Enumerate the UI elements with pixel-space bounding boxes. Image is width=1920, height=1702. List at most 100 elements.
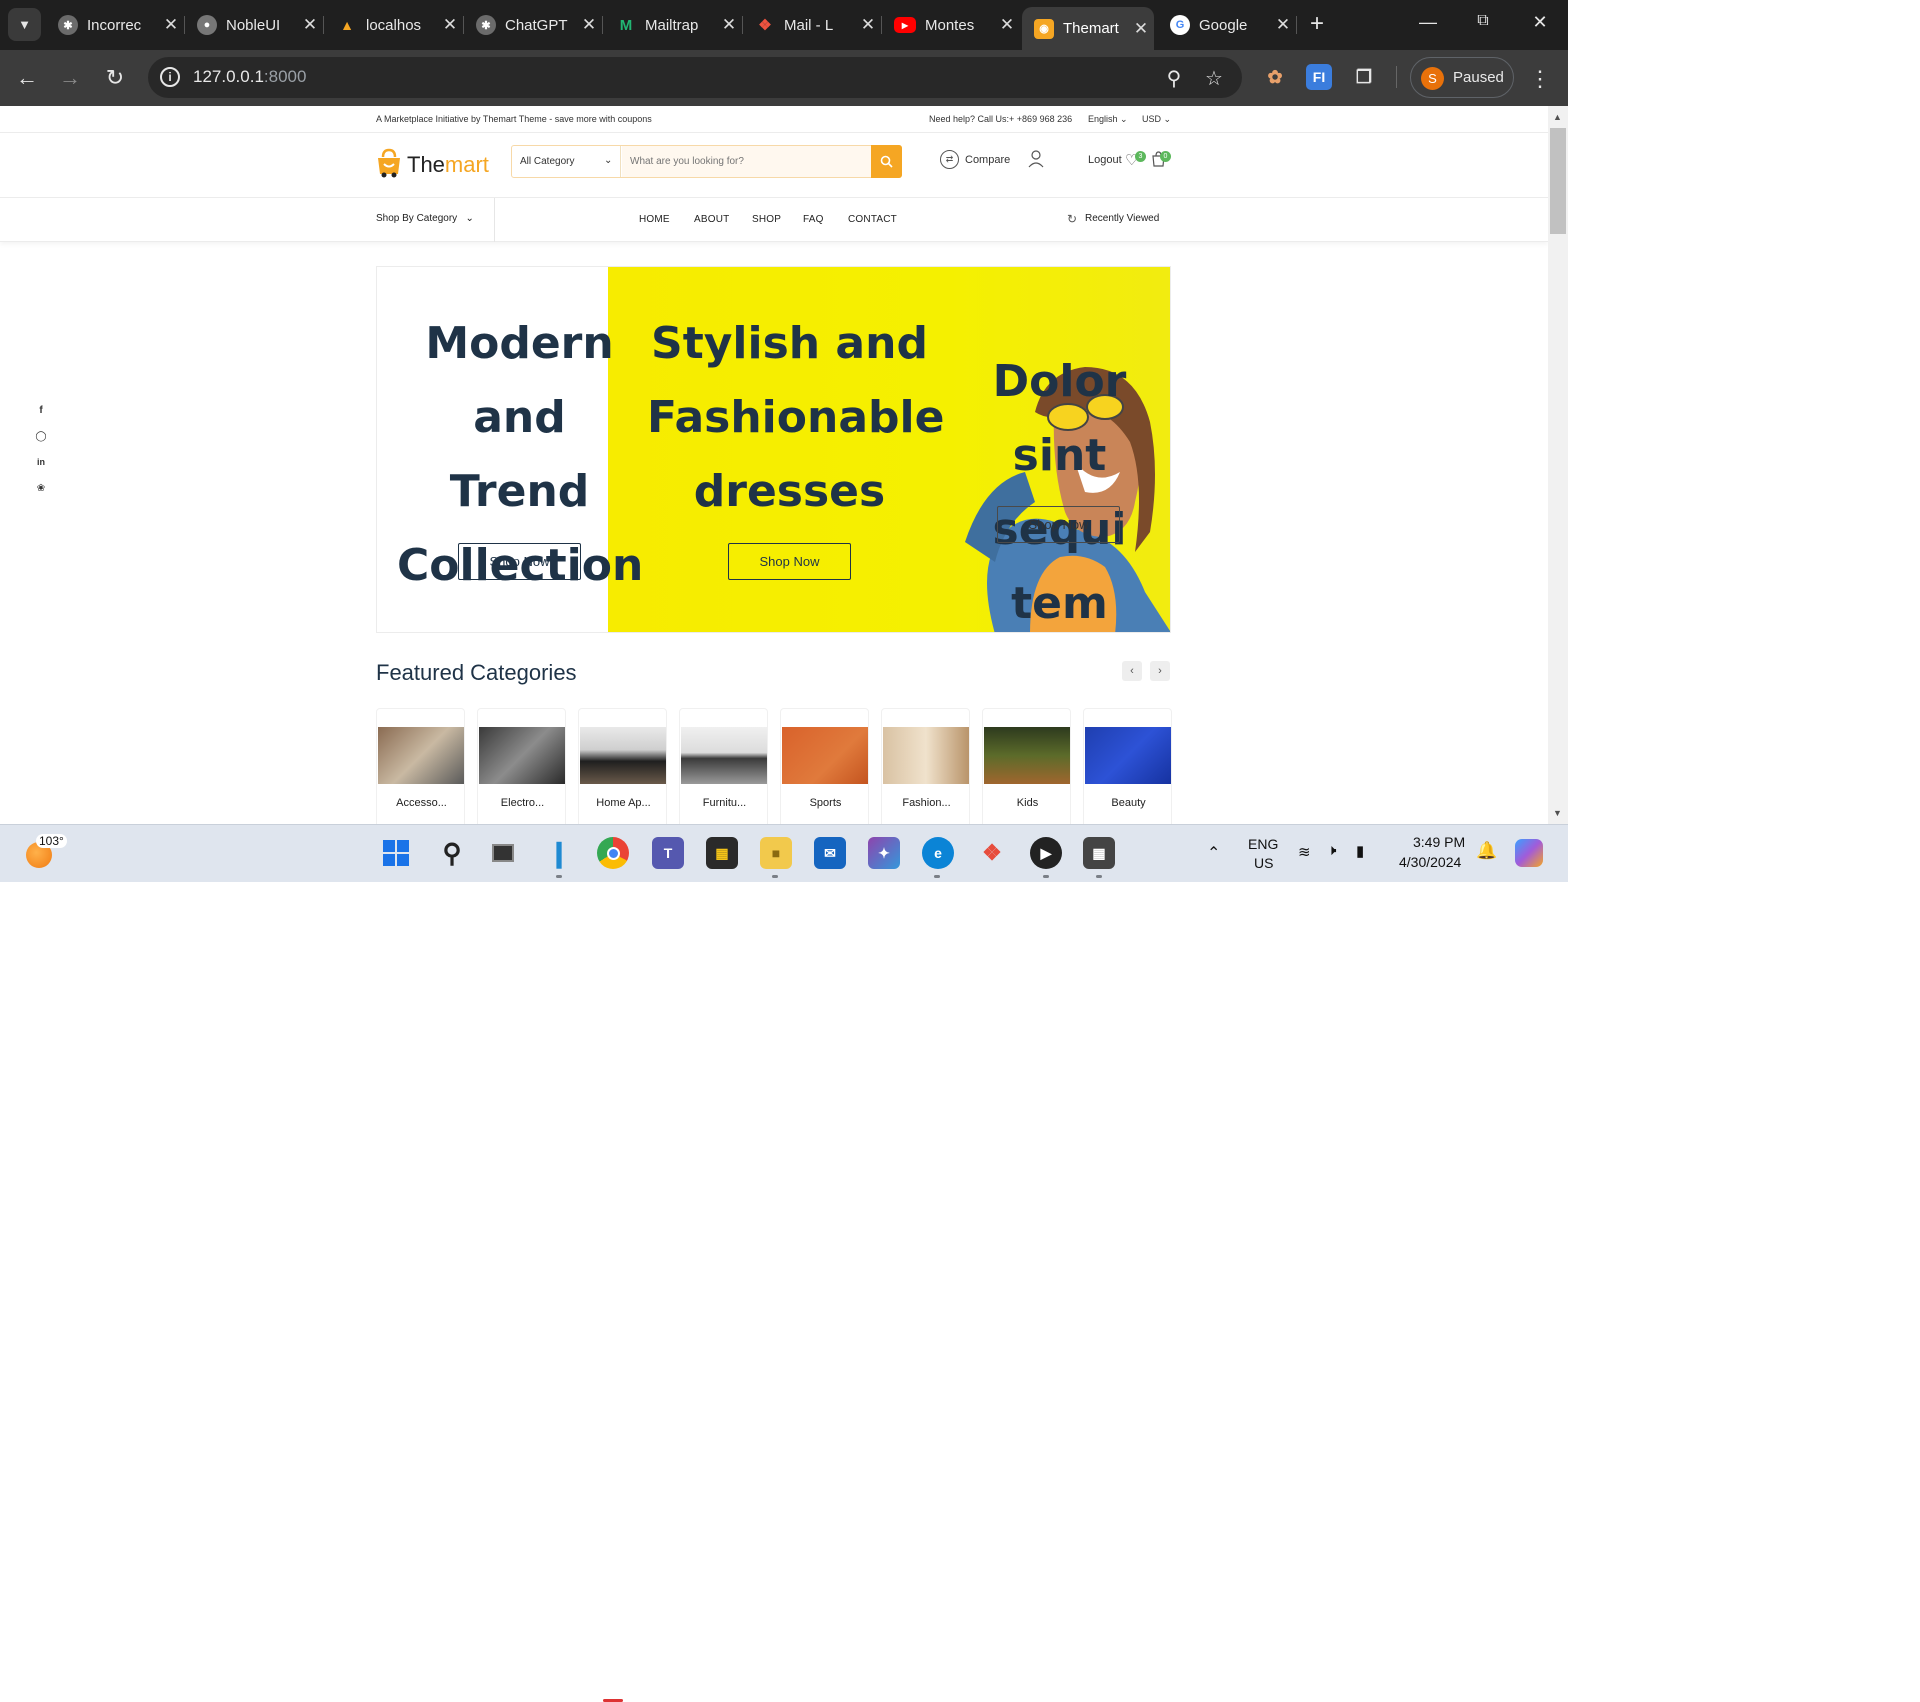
category-card[interactable]: Sports: [780, 708, 869, 824]
category-image: [378, 727, 464, 784]
carousel-prev-button[interactable]: ‹: [1122, 661, 1142, 681]
recently-viewed-link[interactable]: Recently Viewed: [1085, 213, 1159, 224]
copilot-pre-icon[interactable]: [1515, 839, 1543, 867]
nav-home[interactable]: HOME: [639, 214, 670, 225]
start-windows-icon[interactable]: [380, 837, 412, 869]
forward-button[interactable]: →: [56, 64, 84, 92]
close-tab-icon[interactable]: ✕: [1128, 19, 1154, 39]
category-select[interactable]: All Category ⌄: [512, 146, 621, 177]
nav-shop[interactable]: SHOP: [752, 214, 781, 225]
browser-tab[interactable]: G Google ✕: [1158, 7, 1297, 43]
shop-by-category-button[interactable]: Shop By Category ⌄: [376, 213, 474, 224]
clock-date[interactable]: 4/30/2024: [1399, 854, 1461, 870]
address-bar[interactable]: i 127.0.0.1:8000: [148, 57, 1242, 98]
extensions-puzzle-icon[interactable]: ❐: [1351, 64, 1377, 90]
browser-tab[interactable]: ✱ Incorrec ✕: [46, 7, 185, 43]
browser-tab[interactable]: ● NobleUI ✕: [185, 7, 324, 43]
battery-icon[interactable]: ▮: [1356, 842, 1364, 860]
profile-button[interactable]: S Paused: [1410, 57, 1514, 98]
compare-link[interactable]: Compare: [965, 154, 1010, 166]
volume-icon[interactable]: 🕨: [1327, 842, 1336, 859]
file-explorer-icon[interactable]: ■: [760, 837, 792, 869]
language-indicator-top[interactable]: ENG: [1248, 836, 1278, 852]
close-tab-icon[interactable]: ✕: [158, 15, 184, 35]
instagram-icon[interactable]: ◯: [34, 431, 48, 442]
twitter-icon[interactable]: ❀: [34, 483, 48, 494]
browser-tab[interactable]: ▶ Montes ✕: [882, 7, 1020, 43]
carousel-next-button[interactable]: ›: [1150, 661, 1170, 681]
themart-logo-icon[interactable]: [375, 148, 403, 178]
clock-time[interactable]: 3:49 PM: [1413, 834, 1465, 850]
zoom-icon[interactable]: ⚲: [1161, 66, 1187, 91]
task-view-icon[interactable]: [487, 837, 519, 869]
back-button[interactable]: ←: [13, 64, 41, 92]
close-tab-icon[interactable]: ✕: [855, 15, 881, 35]
close-window-button[interactable]: ✕: [1520, 12, 1560, 33]
site-logo[interactable]: Themart: [407, 152, 489, 178]
category-card[interactable]: Kids: [982, 708, 1071, 824]
wifi-icon[interactable]: ≋: [1298, 843, 1311, 861]
currency-select[interactable]: USD ⌄: [1142, 114, 1171, 125]
scroll-down-arrow-icon[interactable]: ▼: [1553, 808, 1562, 818]
site-info-icon[interactable]: i: [160, 67, 180, 87]
edge-icon[interactable]: e: [922, 837, 954, 869]
bookmark-star-icon[interactable]: ☆: [1201, 66, 1227, 91]
hero-slide-2-shop-now-button[interactable]: Shop Now: [728, 543, 851, 580]
close-tab-icon[interactable]: ✕: [716, 15, 742, 35]
minimize-button[interactable]: —: [1408, 12, 1448, 33]
facebook-icon[interactable]: f: [34, 405, 48, 416]
page-scrollbar[interactable]: ▲ ▼: [1548, 106, 1568, 824]
category-card[interactable]: Fashion...: [881, 708, 970, 824]
language-select[interactable]: English ⌄: [1088, 114, 1128, 125]
category-card[interactable]: Accesso...: [376, 708, 465, 824]
nav-about[interactable]: ABOUT: [694, 214, 729, 225]
new-tab-button[interactable]: +: [1304, 12, 1330, 38]
scroll-up-arrow-icon[interactable]: ▲: [1553, 112, 1562, 122]
browser-tab[interactable]: ✱ ChatGPT ✕: [464, 7, 603, 43]
browser-tab[interactable]: M Mailtrap ✕: [604, 7, 743, 43]
category-card[interactable]: Furnitu...: [679, 708, 768, 824]
extension-fi-icon[interactable]: FI: [1306, 64, 1332, 90]
tab-search-dropdown[interactable]: ▼: [8, 8, 41, 41]
reload-button[interactable]: ↻: [101, 64, 129, 92]
compare-icon[interactable]: ⇄: [940, 150, 959, 169]
hero-slide-3-shop-now-button[interactable]: Shop Now: [997, 506, 1120, 543]
browser-menu-icon[interactable]: ⋮: [1527, 66, 1553, 92]
user-icon[interactable]: [1028, 150, 1044, 168]
notification-bell-icon[interactable]: 🔔: [1476, 841, 1497, 861]
linkedin-icon[interactable]: in: [34, 457, 48, 467]
category-card[interactable]: Beauty: [1083, 708, 1172, 824]
browser-tab[interactable]: ❖ Mail - L ✕: [743, 7, 882, 43]
winrar-icon[interactable]: ▦: [706, 837, 738, 869]
chrome-icon[interactable]: [597, 837, 629, 869]
copilot-icon[interactable]: ✦: [868, 837, 900, 869]
search-button[interactable]: [871, 145, 902, 178]
calculator-icon[interactable]: ▦: [1083, 837, 1115, 869]
logout-link[interactable]: Logout: [1088, 154, 1122, 166]
nav-faq[interactable]: FAQ: [803, 214, 824, 225]
browser-tab-active[interactable]: ◉ Themart ✕: [1022, 7, 1154, 50]
search-input[interactable]: [622, 146, 872, 177]
close-tab-icon[interactable]: ✕: [437, 15, 463, 35]
close-tab-icon[interactable]: ✕: [1270, 15, 1296, 35]
wishlist-count-badge: 3: [1135, 151, 1146, 162]
language-indicator-bottom[interactable]: US: [1254, 855, 1273, 871]
close-tab-icon[interactable]: ✕: [576, 15, 602, 35]
scrollbar-thumb[interactable]: [1550, 128, 1566, 234]
close-tab-icon[interactable]: ✕: [297, 15, 323, 35]
mail-icon[interactable]: ✉: [814, 837, 846, 869]
browser-tab[interactable]: ▲ localhos ✕: [325, 7, 464, 43]
restore-button[interactable]: ⧉: [1463, 12, 1503, 30]
photos-icon[interactable]: ❖: [976, 837, 1008, 869]
search-icon[interactable]: ⚲: [436, 837, 468, 869]
teams-icon[interactable]: T: [652, 837, 684, 869]
vscode-icon[interactable]: ❙: [543, 837, 575, 869]
show-hidden-icons-chevron-icon[interactable]: ⌃: [1207, 843, 1220, 863]
cookie-extension-icon[interactable]: ✿: [1262, 64, 1288, 90]
category-card[interactable]: Electro...: [477, 708, 566, 824]
nav-contact[interactable]: CONTACT: [848, 214, 897, 225]
media-player-icon[interactable]: ▶: [1030, 837, 1062, 869]
category-card[interactable]: Home Ap...: [578, 708, 667, 824]
close-tab-icon[interactable]: ✕: [994, 15, 1020, 35]
hero-slide-1-shop-now-button[interactable]: Shop Now: [458, 543, 581, 580]
